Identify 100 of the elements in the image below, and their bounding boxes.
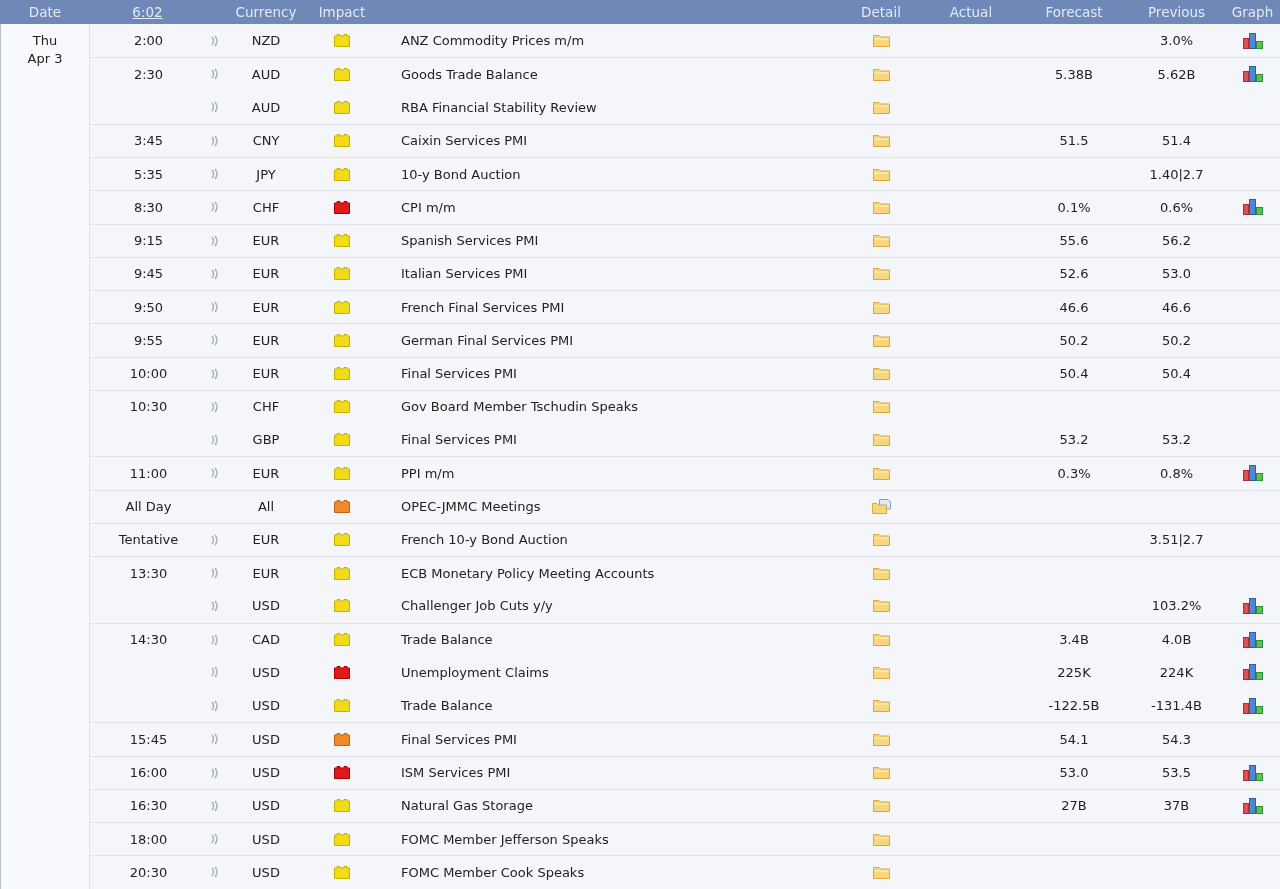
folder-icon[interactable]	[872, 533, 890, 547]
folder-icon[interactable]	[872, 167, 890, 181]
sound-icon[interactable]	[211, 68, 219, 81]
folder-icon[interactable]	[872, 466, 890, 480]
impact-icon[interactable]	[334, 766, 350, 780]
sound-icon[interactable]	[211, 467, 219, 480]
folder-icon[interactable]	[872, 134, 890, 148]
event-title[interactable]: Final Services PMI	[401, 731, 517, 747]
sound-icon[interactable]	[211, 234, 219, 247]
folder-icon[interactable]	[872, 566, 890, 580]
bar-chart-icon[interactable]	[1242, 797, 1263, 814]
sound-icon[interactable]	[211, 201, 219, 214]
folder-icon[interactable]	[872, 433, 890, 447]
folder-icon[interactable]	[872, 267, 890, 281]
forecast-value: 27B	[1061, 798, 1087, 814]
event-title[interactable]: 10-y Bond Auction	[401, 166, 521, 182]
folder-icon[interactable]	[872, 367, 890, 381]
folder-icon[interactable]	[872, 34, 890, 48]
event-title[interactable]: OPEC-JMMC Meetings	[401, 499, 541, 515]
impact-icon[interactable]	[334, 500, 350, 514]
sound-icon[interactable]	[211, 866, 219, 879]
folder-icon[interactable]	[872, 599, 890, 613]
bar-chart-icon[interactable]	[1242, 32, 1263, 49]
sound-icon[interactable]	[211, 599, 219, 612]
event-title[interactable]: Challenger Job Cuts y/y	[401, 598, 553, 614]
event-title[interactable]: PPI m/m	[401, 465, 455, 481]
event-title[interactable]: FOMC Member Cook Speaks	[401, 864, 585, 880]
folder-icon[interactable]	[872, 633, 890, 647]
event-title[interactable]: Unemployment Claims	[401, 664, 549, 680]
bar-chart-icon[interactable]	[1242, 465, 1263, 482]
event-title[interactable]: Trade Balance	[401, 698, 493, 714]
folder-icon[interactable]	[872, 732, 890, 746]
folder-icon[interactable]	[872, 400, 890, 414]
folder-icon[interactable]	[872, 234, 890, 248]
sound-icon[interactable]	[211, 733, 219, 746]
event-title[interactable]: French 10-y Bond Auction	[401, 532, 568, 548]
sound-icon[interactable]	[211, 799, 219, 812]
event-time: 5:35	[133, 166, 164, 182]
event-title[interactable]: Natural Gas Storage	[401, 798, 533, 814]
sound-icon[interactable]	[211, 533, 219, 546]
event-title[interactable]: ANZ Commodity Prices m/m	[401, 33, 585, 49]
event-title[interactable]: Italian Services PMI	[401, 266, 528, 282]
previous-value: 4.0B	[1161, 632, 1192, 648]
event-title[interactable]: Gov Board Member Tschudin Speaks	[401, 399, 638, 415]
forecast-value: 55.6	[1059, 233, 1089, 249]
event-title[interactable]: RBA Financial Stability Review	[401, 99, 597, 115]
sound-icon[interactable]	[211, 400, 219, 413]
folder-icon[interactable]	[872, 865, 890, 879]
sound-icon[interactable]	[211, 633, 219, 646]
bar-chart-icon[interactable]	[1242, 664, 1263, 681]
bar-chart-icon[interactable]	[1242, 631, 1263, 648]
bar-chart-icon[interactable]	[1242, 697, 1263, 714]
sound-icon[interactable]	[211, 168, 219, 181]
forecast-value: 52.6	[1059, 266, 1089, 282]
sound-icon[interactable]	[211, 433, 219, 446]
folder-icon[interactable]	[872, 300, 890, 314]
event-title[interactable]: German Final Services PMI	[401, 332, 574, 348]
previous-value: -131.4B	[1151, 698, 1202, 714]
folder-icon[interactable]	[872, 333, 890, 347]
event-title[interactable]: Final Services PMI	[401, 432, 517, 448]
bar-chart-icon[interactable]	[1242, 66, 1263, 83]
sound-icon[interactable]	[211, 267, 219, 280]
sound-icon[interactable]	[211, 34, 219, 47]
event-title[interactable]: French Final Services PMI	[401, 299, 565, 315]
folder-icon[interactable]	[872, 699, 890, 713]
sound-icon[interactable]	[211, 301, 219, 314]
folder-icon[interactable]	[872, 200, 890, 214]
sound-icon[interactable]	[211, 367, 219, 380]
sound-icon[interactable]	[211, 567, 219, 580]
bar-chart-icon[interactable]	[1242, 597, 1263, 614]
date-label: Apr 3	[27, 50, 63, 68]
folder-document-icon[interactable]	[871, 499, 891, 515]
event-title[interactable]: Caixin Services PMI	[401, 133, 528, 149]
event-title[interactable]: Goods Trade Balance	[401, 66, 538, 82]
bar-chart-icon[interactable]	[1242, 199, 1263, 216]
impact-icon[interactable]	[334, 200, 350, 214]
sound-icon[interactable]	[211, 699, 219, 712]
sound-icon[interactable]	[211, 833, 219, 846]
event-time: 8:30	[133, 199, 164, 215]
folder-icon[interactable]	[872, 67, 890, 81]
bar-chart-icon[interactable]	[1242, 764, 1263, 781]
event-title[interactable]: FOMC Member Jefferson Speaks	[401, 831, 609, 847]
sound-icon[interactable]	[211, 101, 219, 114]
sound-icon[interactable]	[211, 134, 219, 147]
sound-icon[interactable]	[211, 334, 219, 347]
event-title[interactable]: Final Services PMI	[401, 366, 517, 382]
event-title[interactable]: ECB Monetary Policy Meeting Accounts	[401, 565, 655, 581]
event-title[interactable]: ISM Services PMI	[401, 765, 511, 781]
sound-icon[interactable]	[211, 666, 219, 679]
folder-icon[interactable]	[872, 766, 890, 780]
folder-icon[interactable]	[872, 665, 890, 679]
sound-icon[interactable]	[211, 766, 219, 779]
event-title[interactable]: Trade Balance	[401, 632, 493, 648]
event-title[interactable]: Spanish Services PMI	[401, 233, 539, 249]
impact-icon[interactable]	[334, 732, 350, 746]
folder-icon[interactable]	[872, 832, 890, 846]
folder-icon[interactable]	[872, 799, 890, 813]
event-title[interactable]: CPI m/m	[401, 199, 456, 215]
folder-icon[interactable]	[872, 100, 890, 114]
impact-icon[interactable]	[334, 665, 350, 679]
